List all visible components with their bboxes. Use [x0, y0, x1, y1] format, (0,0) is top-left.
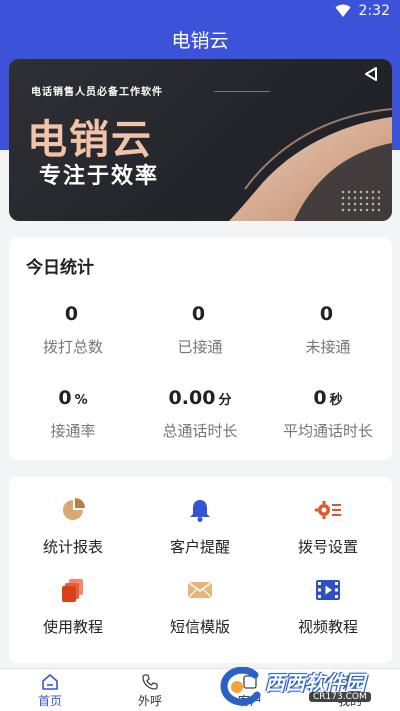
tab-home[interactable]: 首页	[0, 669, 100, 711]
stat-label: 未接通	[305, 338, 351, 356]
menu-item-video-tutorial[interactable]: 视频教程	[264, 577, 392, 637]
stat-value: 0	[313, 387, 327, 409]
stat-total-calls: 0 拨打总数	[9, 300, 137, 357]
watermark-logo-icon	[220, 667, 261, 706]
settings-list-icon	[315, 501, 341, 519]
bell-icon	[190, 500, 210, 522]
stat-label: 已接通	[177, 338, 223, 356]
stat-label: 拨打总数	[42, 338, 103, 356]
menu-item-dial-settings[interactable]: 拨号设置	[264, 497, 392, 557]
stacked-pages-icon	[62, 579, 83, 602]
stat-value: 0	[64, 303, 79, 325]
stat-unit: 秒	[329, 393, 343, 408]
menu-label: 视频教程	[297, 618, 358, 636]
stat-total-duration: 0.00 分 总通话时长	[136, 384, 264, 441]
status-time: 2:32	[358, 3, 390, 19]
stat-label: 接通率	[50, 422, 96, 440]
tab-label: 首页	[37, 694, 62, 708]
stat-value: 0.00	[168, 387, 216, 409]
site-watermark: 西西软件园 CR173.COM	[205, 665, 400, 709]
menu-label: 使用教程	[42, 618, 103, 636]
menu-label: 拨号设置	[297, 538, 358, 556]
tab-outbound-call[interactable]: 外呼	[100, 669, 200, 711]
stats-title: 今日统计	[26, 258, 94, 278]
stat-not-connected: 0 未接通	[264, 300, 392, 357]
wifi-icon	[335, 4, 351, 17]
banner-title: 电销云	[27, 117, 153, 163]
menu-item-usage-tutorial[interactable]: 使用教程	[9, 577, 137, 637]
menu-item-customer-reminder[interactable]: 客户提醒	[136, 497, 264, 557]
stat-value: 0	[191, 303, 206, 325]
stat-average-duration: 0秒 平均通话时长	[264, 384, 392, 441]
play-triangle-icon[interactable]	[364, 67, 378, 81]
feature-menu-card: 统计报表 客户提醒 拨号设置 使用教程 短信模版 视频教程	[9, 477, 392, 663]
tab-label: 外呼	[137, 694, 162, 708]
watermark-url: CR173.COM	[309, 692, 371, 702]
phone-icon	[142, 674, 158, 690]
stat-unit: %	[74, 393, 88, 408]
menu-label: 统计报表	[42, 538, 103, 556]
video-film-icon	[316, 580, 340, 600]
banner-dot-pattern	[340, 189, 380, 213]
stat-label: 平均通话时长	[282, 422, 373, 440]
stat-value: 0	[58, 387, 72, 409]
today-stats-card: 今日统计 0 拨打总数 0 已接通 0 未接通 0% 接通率 0.00 分 总通话…	[9, 238, 392, 460]
banner-divider	[214, 91, 270, 92]
promo-banner[interactable]: 电话销售人员必备工作软件 电销云 专注于效率	[9, 59, 392, 221]
stat-value: 0	[319, 303, 334, 325]
page-title: 电销云	[171, 30, 229, 52]
menu-label: 客户提醒	[169, 538, 230, 556]
stat-unit: 分	[218, 393, 232, 408]
pie-chart-icon	[63, 498, 85, 520]
banner-slogan: 专注于效率	[39, 164, 160, 189]
home-icon	[42, 674, 58, 690]
envelope-icon	[187, 581, 213, 599]
stat-connect-rate: 0% 接通率	[9, 384, 137, 441]
banner-subtitle: 电话销售人员必备工作软件	[31, 87, 163, 98]
menu-item-stats-report[interactable]: 统计报表	[9, 497, 137, 557]
stat-label: 总通话时长	[162, 422, 238, 440]
status-bar: 2:32	[0, 0, 400, 24]
stat-connected: 0 已接通	[136, 300, 264, 357]
menu-label: 短信模版	[169, 618, 230, 636]
menu-item-sms-template[interactable]: 短信模版	[136, 577, 264, 637]
